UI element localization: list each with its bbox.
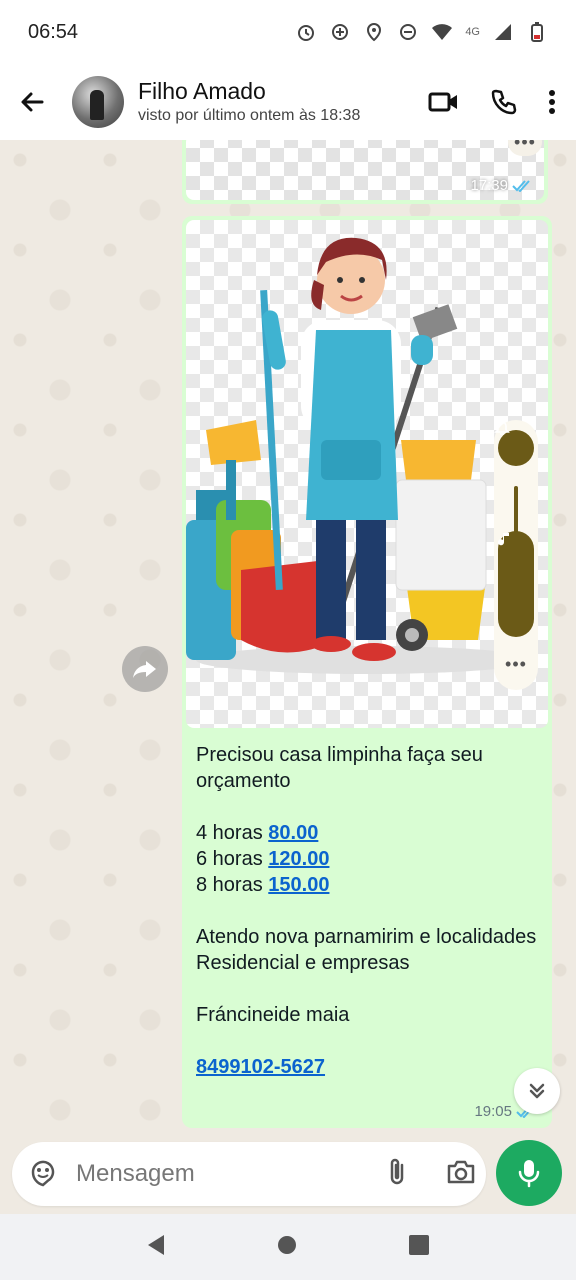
price-label: 6 horas [196,848,263,870]
price-line: 8 horas 150.00 [196,872,538,898]
signal-icon [492,21,514,43]
wifi-icon [431,21,453,43]
forward-icon[interactable] [122,646,168,692]
message-input[interactable] [76,1160,386,1188]
status-bar: 06:54 4G [0,0,576,64]
header-actions [428,88,556,116]
cleaning-lady-image[interactable]: ••• [186,220,548,728]
back-arrow-icon[interactable] [0,64,64,140]
price-value-link[interactable]: 120.00 [268,848,329,870]
nav-home-icon[interactable] [277,1235,297,1260]
chat-area[interactable]: 17:39 ••• ••• Precisou casa limpinha faç… [0,140,576,1140]
paperclip-icon[interactable] [386,1157,408,1192]
previous-image-message[interactable]: 17:39 ••• [182,140,548,204]
status-time: 06:54 [28,20,79,43]
nav-back-icon[interactable] [146,1234,166,1261]
price-label: 4 horas [196,822,263,844]
contact-last-seen: visto por último ontem às 18:38 [138,107,361,124]
message-time: 19:05 [474,1103,512,1120]
phone-number-link[interactable]: 8499102-5627 [196,1056,325,1078]
ringer-bell-icon[interactable] [494,421,534,466]
location-icon [363,21,385,43]
do-not-disturb-icon [397,21,419,43]
status-icons: 4G [295,21,548,43]
volume-track-line [514,486,518,536]
price-value-link[interactable]: 150.00 [268,874,329,896]
alarm-icon [295,21,317,43]
service-area-text: Atendo nova parnamirim e localidades [196,926,537,948]
price-line: 4 horas 80.00 [196,820,538,846]
camera-icon[interactable] [446,1159,476,1190]
network-type-label: 4G [465,26,480,38]
signature-text: Fráncineide maia [196,1004,350,1026]
contact-name: Filho Amado [138,78,266,104]
composer-actions [386,1157,476,1192]
previous-message-time: 17:39 [470,177,508,194]
volume-track[interactable] [498,486,534,637]
price-label: 8 horas [196,874,263,896]
mic-icon[interactable] [496,1140,562,1206]
outgoing-message-bubble[interactable]: ••• Precisou casa limpinha faça seu orça… [182,216,552,1128]
voice-call-icon[interactable] [490,88,518,116]
nav-recents-icon[interactable] [408,1234,430,1261]
message-composer [12,1142,486,1206]
contact-avatar[interactable] [72,76,124,128]
battery-icon [526,21,548,43]
price-line: 6 horas 120.00 [196,846,538,872]
scroll-to-bottom-icon[interactable] [514,1068,560,1114]
previous-image-thumbnail[interactable]: 17:39 [186,140,544,200]
message-intro: Precisou casa limpinha faça seu orçament… [196,744,483,792]
price-value-link[interactable]: 80.00 [268,822,318,844]
contact-info[interactable]: Filho Amado visto por último ontem às 18… [138,77,428,127]
volume-slider-panel[interactable]: ••• [494,420,538,690]
video-call-icon[interactable] [428,90,460,114]
read-receipt-icon [512,179,530,192]
sticker-icon[interactable] [28,1157,58,1192]
data-saver-icon [329,21,351,43]
music-note-icon [498,533,509,546]
system-navigation-bar [0,1214,576,1280]
chat-header: Filho Amado visto por último ontem às 18… [0,64,576,140]
volume-fill[interactable] [498,531,534,637]
more-options-icon[interactable] [548,89,556,115]
previous-message-meta: 17:39 [470,177,532,194]
message-text: Precisou casa limpinha faça seu orçament… [186,728,548,1080]
volume-more-icon[interactable]: ••• [505,654,527,675]
service-type-text: Residencial e empresas [196,952,410,974]
